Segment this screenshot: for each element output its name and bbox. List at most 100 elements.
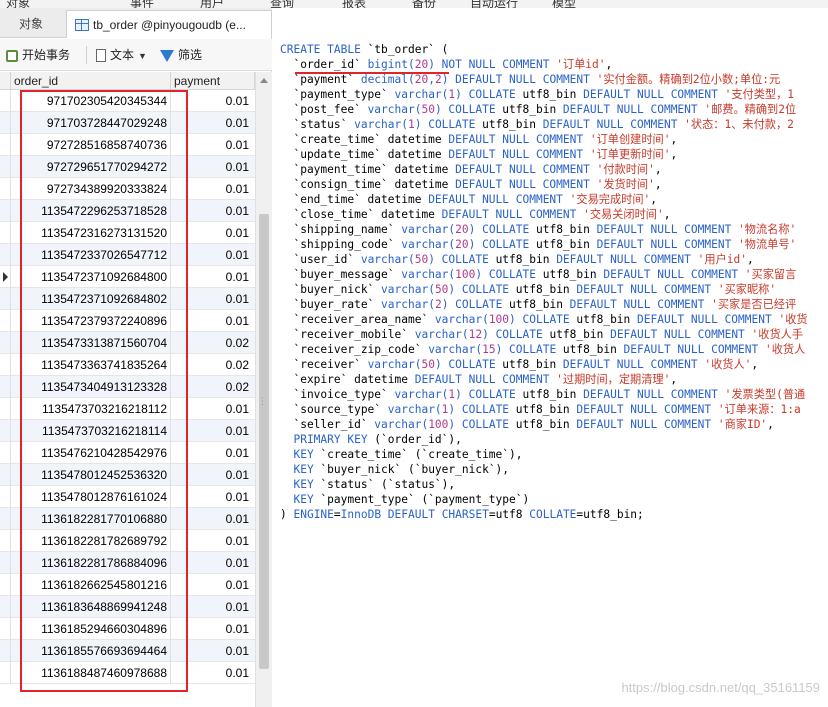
table-row[interactable]: 1135473404913123328 0.02 [0,376,255,398]
menu-item-objects[interactable]: 对象 [6,0,30,8]
menu-item-schedule[interactable]: 自动运行 [470,0,518,8]
menu-item-query[interactable]: 查询 [270,0,294,8]
cell-order-id[interactable]: 1135472337026547712 [11,244,171,266]
tab-tb-order[interactable]: tb_order @pinyougoudb (e... [66,10,272,38]
row-indicator[interactable] [0,112,11,134]
table-row[interactable]: 972728516858740736 0.01 [0,134,255,156]
table-row[interactable]: 1135473703216218112 0.01 [0,398,255,420]
row-indicator[interactable] [0,552,11,574]
row-indicator[interactable] [0,420,11,442]
row-indicator[interactable] [0,618,11,640]
row-indicator[interactable] [0,178,11,200]
cell-payment[interactable]: 0.01 [171,156,255,178]
table-row[interactable]: 1136185576693694464 0.01 [0,640,255,662]
cell-payment[interactable]: 0.01 [171,574,255,596]
cell-payment[interactable]: 0.01 [171,222,255,244]
cell-payment[interactable]: 0.01 [171,266,255,288]
table-row[interactable]: 1135472379372240896 0.01 [0,310,255,332]
cell-order-id[interactable]: 1135472296253718528 [11,200,171,222]
cell-payment[interactable]: 0.01 [171,464,255,486]
column-header-payment[interactable]: payment [171,72,255,90]
table-row[interactable]: 1136182281782689792 0.01 [0,530,255,552]
row-indicator[interactable] [0,640,11,662]
cell-order-id[interactable]: 1136183648869941248 [11,596,171,618]
cell-order-id[interactable]: 1135472371092684800 [11,266,171,288]
cell-payment[interactable]: 0.01 [171,486,255,508]
cell-payment[interactable]: 0.01 [171,310,255,332]
table-row[interactable]: 1135473703216218114 0.01 [0,420,255,442]
cell-order-id[interactable]: 971702305420345344 [11,90,171,112]
table-row[interactable]: 1135472371092684800 0.01 [0,266,255,288]
cell-order-id[interactable]: 1136188487460978688 [11,662,171,684]
current-row-indicator-icon[interactable] [0,266,11,288]
row-indicator[interactable] [0,90,11,112]
cell-payment[interactable]: 0.01 [171,552,255,574]
menu-item-users[interactable]: 用户 [200,0,224,8]
scrollbar-thumb[interactable] [259,214,269,669]
row-indicator[interactable] [0,310,11,332]
table-row[interactable]: 1135476210428542976 0.01 [0,442,255,464]
cell-order-id[interactable]: 1135472371092684802 [11,288,171,310]
menu-item-report[interactable]: 报表 [342,0,366,8]
table-row[interactable]: 1136182281786884096 0.01 [0,552,255,574]
scroll-up-icon[interactable] [260,78,268,83]
cell-payment[interactable]: 0.01 [171,90,255,112]
cell-payment[interactable]: 0.01 [171,618,255,640]
row-indicator[interactable] [0,574,11,596]
chevron-down-icon[interactable]: ▼ [138,51,147,61]
row-indicator[interactable] [0,530,11,552]
cell-order-id[interactable]: 1135478012876161024 [11,486,171,508]
cell-payment[interactable]: 0.01 [171,134,255,156]
cell-payment[interactable]: 0.02 [171,332,255,354]
begin-transaction-button[interactable]: 开始事务 [6,44,70,66]
cell-order-id[interactable]: 1135472316273131520 [11,222,171,244]
cell-payment[interactable]: 0.01 [171,530,255,552]
cell-payment[interactable]: 0.01 [171,640,255,662]
table-row[interactable]: 971703728447029248 0.01 [0,112,255,134]
cell-payment[interactable]: 0.01 [171,112,255,134]
table-row[interactable]: 1135473313871560704 0.02 [0,332,255,354]
table-row[interactable]: 1135478012876161024 0.01 [0,486,255,508]
row-indicator[interactable] [0,244,11,266]
cell-order-id[interactable]: 1135473404913123328 [11,376,171,398]
cell-payment[interactable]: 0.01 [171,596,255,618]
text-button[interactable]: 文本 ▼ [96,44,147,66]
cell-order-id[interactable]: 1135473703216218114 [11,420,171,442]
row-indicator[interactable] [0,288,11,310]
cell-payment[interactable]: 0.01 [171,288,255,310]
cell-payment[interactable]: 0.01 [171,508,255,530]
row-indicator[interactable] [0,354,11,376]
cell-order-id[interactable]: 971703728447029248 [11,112,171,134]
splitter-grip-icon[interactable]: ⋮ [258,396,267,407]
cell-payment[interactable]: 0.01 [171,200,255,222]
table-row[interactable]: 1135472316273131520 0.01 [0,222,255,244]
cell-order-id[interactable]: 1136185576693694464 [11,640,171,662]
table-row[interactable]: 1136188487460978688 0.01 [0,662,255,684]
row-indicator[interactable] [0,200,11,222]
row-indicator[interactable] [0,464,11,486]
cell-order-id[interactable]: 1136182662545801216 [11,574,171,596]
row-indicator[interactable] [0,332,11,354]
cell-payment[interactable]: 0.01 [171,442,255,464]
menu-item-model[interactable]: 模型 [552,0,576,8]
cell-payment[interactable]: 0.01 [171,662,255,684]
table-row[interactable]: 1136182662545801216 0.01 [0,574,255,596]
row-indicator[interactable] [0,156,11,178]
table-row[interactable]: 972729651770294272 0.01 [0,156,255,178]
cell-order-id[interactable]: 1135472379372240896 [11,310,171,332]
cell-payment[interactable]: 0.01 [171,398,255,420]
cell-payment[interactable]: 0.02 [171,376,255,398]
cell-order-id[interactable]: 972729651770294272 [11,156,171,178]
row-indicator[interactable] [0,486,11,508]
cell-order-id[interactable]: 1135473703216218112 [11,398,171,420]
row-indicator[interactable] [0,662,11,684]
cell-order-id[interactable]: 972734389920333824 [11,178,171,200]
table-row[interactable]: 1135472337026547712 0.01 [0,244,255,266]
table-row[interactable]: 971702305420345344 0.01 [0,90,255,112]
cell-order-id[interactable]: 1136185294660304896 [11,618,171,640]
cell-order-id[interactable]: 1135473313871560704 [11,332,171,354]
cell-payment[interactable]: 0.01 [171,244,255,266]
table-row[interactable]: 1135473363741835264 0.02 [0,354,255,376]
table-row[interactable]: 1135472371092684802 0.01 [0,288,255,310]
filter-button[interactable]: 筛选 [160,44,202,66]
